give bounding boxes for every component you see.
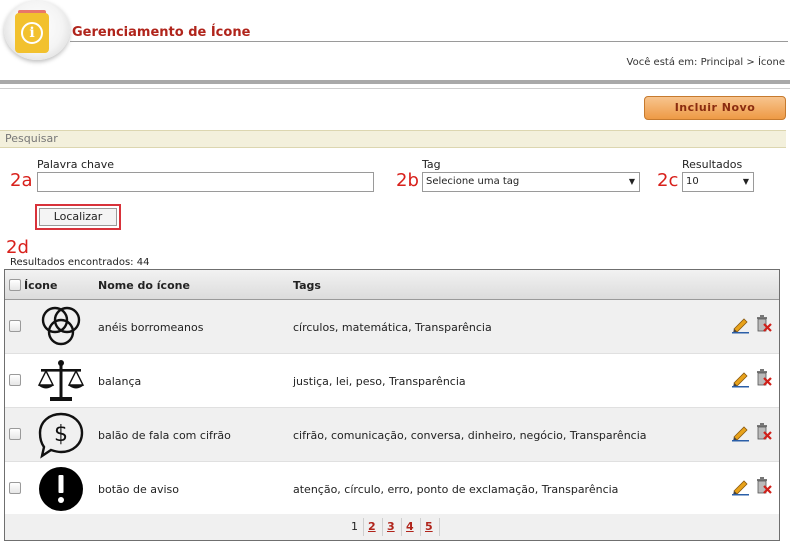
annotation-marker: 2d [6,237,29,258]
tag-select-value: Selecione uma tag [426,176,520,187]
delete-trash-icon[interactable] [753,313,773,333]
results-select[interactable]: 10 ▼ [682,172,754,192]
icon-table: Ícone Nome do ícone Tags anéis borromean… [4,269,780,541]
dropdown-arrow-icon: ▼ [742,177,749,186]
breadcrumb: Você está em: Principal > Ícone [626,57,785,68]
page-link[interactable]: 4 [406,520,414,533]
row-checkbox[interactable] [9,320,21,332]
search-button-highlight: Localizar [35,204,121,230]
row-checkbox[interactable] [9,374,21,386]
edit-pencil-icon[interactable] [731,476,751,496]
keyword-label: Palavra chave [37,158,114,171]
page-link[interactable]: 3 [387,520,395,533]
table-row: balança justiça, lei, peso, Transparênci… [5,354,779,408]
row-checkbox[interactable] [9,482,21,494]
page-separator [420,518,421,536]
title-divider [70,41,788,42]
pagination: 1 2 3 4 5 [5,514,779,540]
speech-bubble-dollar-icon: $ [38,412,84,459]
borromean-rings-icon [41,306,81,346]
results-select-value: 10 [686,176,699,187]
warning-button-icon [39,467,83,511]
icon-name: anéis borromeanos [98,321,204,334]
page-separator [439,518,440,536]
annotation-marker: 2c [657,170,679,191]
table-row: botão de aviso atenção, círculo, erro, p… [5,462,779,516]
icon-name: botão de aviso [98,483,180,496]
header-divider-thin [0,88,790,89]
edit-pencil-icon[interactable] [731,422,751,442]
page-current: 1 [351,520,358,533]
search-section-header: Pesquisar [0,130,786,148]
header-divider [0,80,790,84]
dropdown-arrow-icon: ▼ [628,177,635,186]
info-icon: i [21,22,43,44]
table-row: anéis borromeanos círculos, matemática, … [5,300,779,354]
delete-trash-icon[interactable] [753,367,773,387]
svg-text:$: $ [54,422,68,447]
page-title: Gerenciamento de Ícone [72,25,251,40]
annotation-marker: 2a [10,170,33,191]
edit-pencil-icon[interactable] [731,314,751,334]
page-link[interactable]: 2 [368,520,376,533]
page-separator [363,518,364,536]
edit-pencil-icon[interactable] [731,368,751,388]
page-separator [401,518,402,536]
table-header: Ícone Nome do ícone Tags [5,270,779,300]
column-header-tags: Tags [293,279,321,292]
icon-name: balança [98,375,142,388]
delete-trash-icon[interactable] [753,421,773,441]
column-header-icon: Ícone [24,279,58,292]
page-link[interactable]: 5 [425,520,433,533]
page-separator [382,518,383,536]
keyword-input[interactable] [37,172,374,192]
table-row: $ balão de fala com cifrão cifrão, comun… [5,408,779,462]
results-count: Resultados encontrados: 44 [10,257,150,268]
icon-name: balão de fala com cifrão [98,429,231,442]
new-item-button[interactable]: Incluir Novo [644,96,786,120]
row-checkbox[interactable] [9,428,21,440]
scale-icon [37,360,85,401]
icon-tags: cifrão, comunicação, conversa, dinheiro,… [293,429,647,442]
annotation-marker: 2b [396,170,419,191]
tag-label: Tag [422,158,441,171]
column-header-name: Nome do ícone [98,279,190,292]
results-label: Resultados [682,158,743,171]
tag-select[interactable]: Selecione uma tag ▼ [422,172,640,192]
icon-tags: círculos, matemática, Transparência [293,321,492,334]
search-button[interactable]: Localizar [39,208,117,226]
icon-tags: atenção, círculo, erro, ponto de exclama… [293,483,619,496]
icon-tags: justiça, lei, peso, Transparência [293,375,466,388]
delete-trash-icon[interactable] [753,475,773,495]
select-all-checkbox[interactable] [9,279,21,291]
